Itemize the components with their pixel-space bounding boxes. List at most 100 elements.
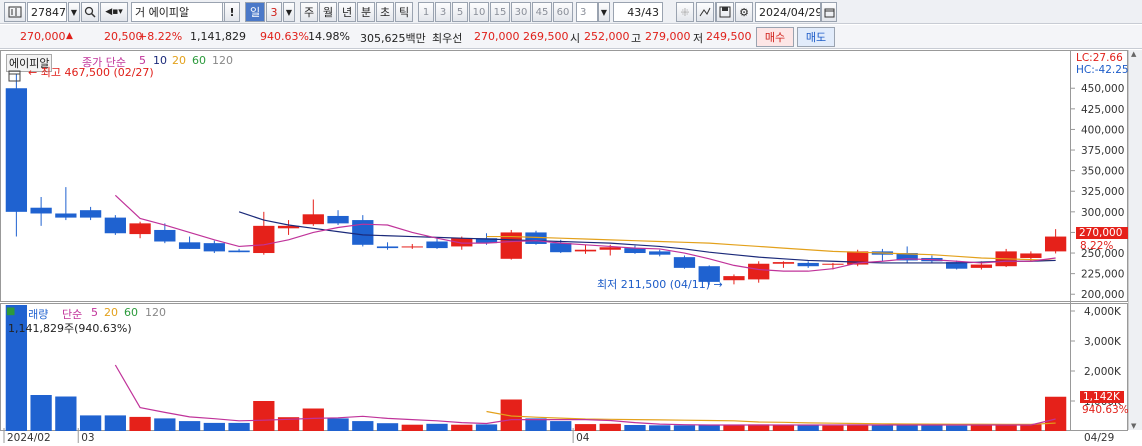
volume-ma5-label: 5 (91, 306, 98, 319)
candle-body (228, 250, 250, 253)
candle-body (302, 214, 324, 225)
volume-last-label: 1,141,829주(940.63%) (8, 322, 132, 335)
period-year-button[interactable]: 년 (338, 2, 356, 22)
code-dropdown-icon[interactable]: ▼ (68, 2, 80, 22)
toolbar: 278470 ▼ ◀▪▾ 거 에이피알 ▼ ! 일 3 ▼ 주 월 년 분 초 … (0, 0, 1142, 24)
interval-1[interactable]: 1 (418, 2, 434, 22)
volume-bar (376, 423, 399, 431)
period-tick-button[interactable]: 틱 (395, 2, 413, 22)
period-day-button[interactable]: 일 (245, 2, 265, 22)
volume-bar (1044, 396, 1067, 431)
volume-bar (352, 421, 374, 431)
period-number[interactable]: 3 (266, 2, 282, 22)
period-minute-button[interactable]: 분 (357, 2, 375, 22)
volume-bar (327, 418, 349, 431)
sound-icon[interactable]: ◀▪▾ (100, 2, 128, 22)
candle-body (451, 238, 473, 247)
period-second-button[interactable]: 초 (376, 2, 394, 22)
best-quote-label: 최우선 (432, 32, 463, 45)
interval-15[interactable]: 15 (490, 2, 510, 22)
volume-bar (970, 425, 993, 431)
date-field[interactable]: 2024/04/29 (755, 2, 821, 22)
calendar-icon[interactable] (8, 69, 21, 85)
interval-30[interactable]: 30 (511, 2, 531, 22)
volume-bar (574, 424, 597, 431)
period-week-button[interactable]: 주 (300, 2, 318, 22)
volume-bar (698, 425, 720, 431)
zoom-icon[interactable]: ⁜ (676, 2, 694, 22)
current-price: 270,000 (20, 30, 66, 43)
low-label: 저 (693, 32, 704, 45)
ask-price: 270,000 (474, 30, 520, 43)
interval-5[interactable]: 5 (452, 2, 468, 22)
count-field[interactable]: 43/43 (613, 2, 663, 22)
lc-label: LC:27.66 (1076, 52, 1123, 64)
chart-area[interactable]: 450,000 425,000 400,000 375,000 350,000 325,0… (0, 50, 1142, 444)
calendar-icon[interactable] (821, 2, 837, 22)
interval-45[interactable]: 45 (532, 2, 552, 22)
quote-bar: 270,000 ▲ 20,500 +8.22% 1,141,829 940.63… (0, 25, 1142, 49)
high-price: 279,000 (645, 30, 691, 43)
chart-type-icon[interactable] (4, 2, 26, 22)
price-tick-label: 300,000 (1081, 207, 1124, 219)
alert-button[interactable]: ! (224, 2, 240, 22)
candle-body (772, 262, 795, 264)
candle-body (30, 207, 52, 214)
buy-button[interactable]: 매수 (756, 27, 794, 47)
line-tool-icon[interactable] (696, 2, 714, 22)
volume-bar (228, 422, 250, 431)
market-label: 거 (135, 6, 146, 19)
save-icon[interactable] (716, 2, 734, 22)
candle-body (748, 263, 770, 280)
volume-bar (79, 415, 102, 431)
price-tick-label: 450,000 (1081, 83, 1124, 95)
scroll-down-icon[interactable]: ▼ (1131, 422, 1140, 430)
interval-10[interactable]: 10 (469, 2, 489, 22)
candle-body (327, 215, 349, 224)
volume-bar (649, 425, 671, 431)
candle-body (723, 276, 745, 281)
vertical-scrollbar[interactable]: ▲ ▼ (1128, 50, 1142, 430)
search-icon[interactable] (81, 2, 99, 22)
x-axis-label: 04 (576, 432, 590, 443)
low-price: 249,500 (706, 30, 752, 43)
turnover-rate: 14.98% (308, 30, 350, 43)
interval-3[interactable]: 3 (435, 2, 451, 22)
price-tick-label: 425,000 (1081, 104, 1124, 116)
candle-body (203, 243, 225, 252)
volume-bar (154, 418, 176, 431)
max-price-label: ← 최고 467,500 (02/27) (28, 66, 154, 79)
interval-combo[interactable]: 3 (576, 2, 598, 22)
scroll-up-icon[interactable]: ▲ (1131, 50, 1140, 60)
stock-name-field[interactable]: 거 에이피알 (131, 2, 227, 22)
interval-dropdown-icon[interactable]: ▼ (598, 2, 610, 22)
open-label: 시 (570, 32, 581, 45)
price-tick-label: 400,000 (1081, 124, 1124, 136)
stock-code-input[interactable]: 278470 (27, 2, 67, 22)
volume-bar (129, 416, 151, 431)
volume-bar (475, 424, 498, 431)
volume-panel-frame (0, 303, 1128, 431)
volume-bar (253, 401, 275, 431)
settings-icon[interactable]: ⚙ (735, 2, 753, 22)
volume-bar (723, 425, 745, 431)
bid-price: 269,500 (523, 30, 569, 43)
period-month-button[interactable]: 월 (319, 2, 337, 22)
volume-bar (451, 424, 473, 431)
price-tick-label: 325,000 (1081, 186, 1124, 198)
period-dropdown-icon[interactable]: ▼ (283, 2, 295, 22)
volume-bar (302, 408, 324, 431)
ma60-label: 60 (192, 54, 206, 67)
candle-body (1020, 253, 1042, 258)
candlestick-chart[interactable]: 450,000 425,000 400,000 375,000 350,000 325,0… (0, 50, 1142, 444)
candle-body (79, 210, 102, 218)
trade-amount: 305,625백만 (360, 32, 426, 45)
candle-body (104, 217, 126, 234)
volume-bar (797, 425, 819, 431)
volume-last-tag: 1,142K (1080, 391, 1124, 403)
volume-bar (426, 423, 448, 431)
change-percent: +8.22% (138, 30, 183, 43)
interval-60[interactable]: 60 (553, 2, 573, 22)
volume-bar (946, 425, 968, 431)
sell-button[interactable]: 매도 (797, 27, 835, 47)
